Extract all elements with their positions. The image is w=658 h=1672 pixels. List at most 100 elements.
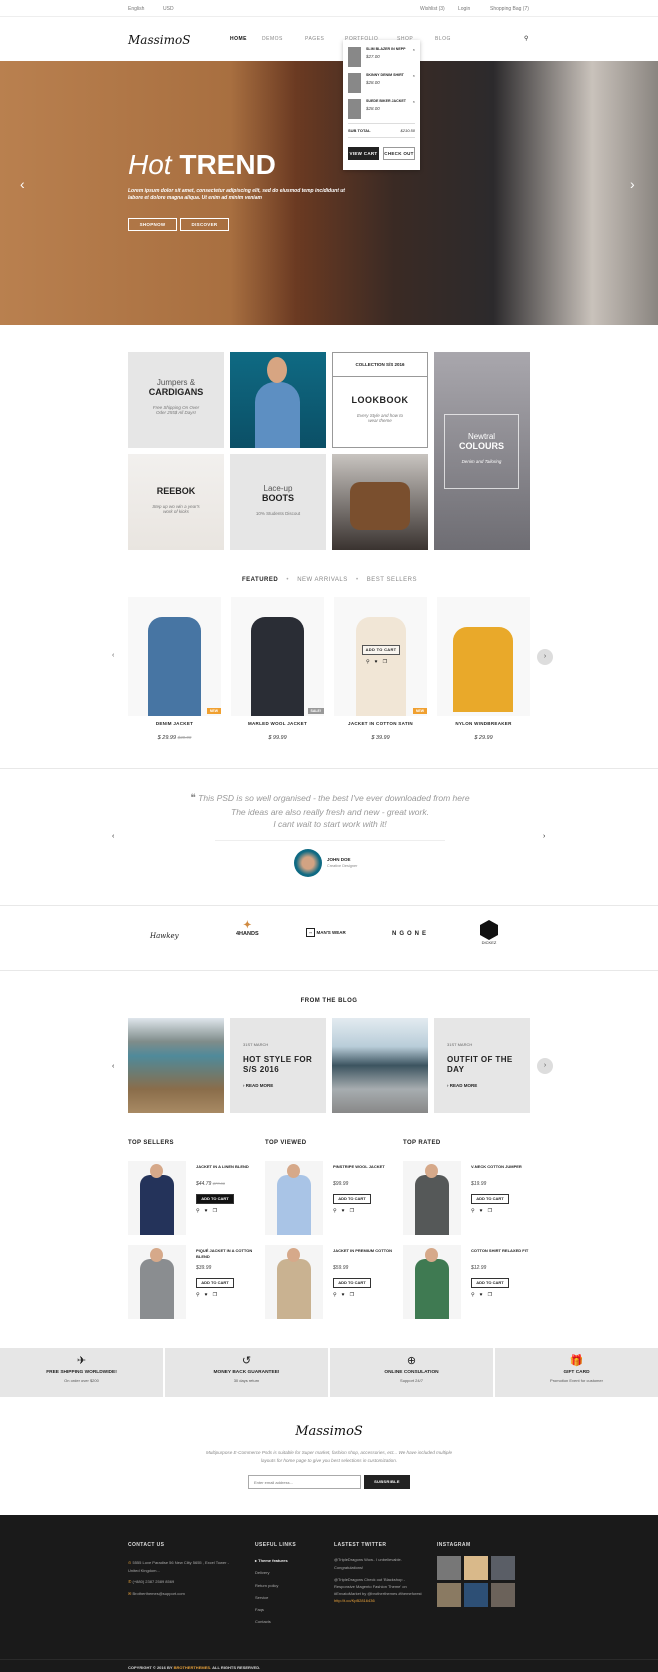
- brand-logo-hawkey[interactable]: Hawkey: [150, 932, 179, 940]
- quick-view-icon[interactable]: ⚲: [471, 1208, 480, 1214]
- link-contacts[interactable]: Contacts: [255, 1616, 288, 1628]
- logo[interactable]: MassimoS: [128, 33, 190, 47]
- compare-icon[interactable]: ❐: [488, 1292, 497, 1298]
- testimonial-prev-icon[interactable]: ‹: [112, 833, 114, 840]
- add-to-cart-button[interactable]: ADD TO CART: [362, 645, 400, 655]
- wishlist-icon[interactable]: ♥: [375, 659, 383, 665]
- login-link[interactable]: Login: [458, 6, 470, 12]
- remove-icon[interactable]: ×: [413, 47, 415, 52]
- compare-icon[interactable]: ❐: [350, 1208, 359, 1214]
- instagram-photo[interactable]: [437, 1556, 461, 1580]
- add-to-cart-button[interactable]: ADD TO CART: [196, 1278, 234, 1288]
- quick-view-icon[interactable]: ⚲: [366, 659, 375, 665]
- promo-reebok[interactable]: REEBOK Step up wo win a year's work of k…: [128, 454, 224, 550]
- product-name[interactable]: PINSTRIPE WOOL JACKET: [333, 1164, 393, 1170]
- list-item[interactable]: JACKET IN A LINEN BLEND $44.79 $77.00 AD…: [128, 1161, 258, 1236]
- brand-logo-4hands[interactable]: ✦ 4HANDS: [236, 920, 259, 937]
- quick-view-icon[interactable]: ⚲: [471, 1292, 480, 1298]
- currency-select[interactable]: USD: [163, 6, 174, 12]
- product-image[interactable]: [403, 1161, 461, 1235]
- product-card[interactable]: SALE!: [231, 597, 324, 716]
- link-service[interactable]: Service: [255, 1592, 288, 1604]
- subscribe-button[interactable]: SUBSRIBLE: [364, 1475, 410, 1489]
- wishlist-icon[interactable]: ♥: [342, 1208, 350, 1214]
- wishlist-icon[interactable]: ♥: [480, 1292, 488, 1298]
- quick-view-icon[interactable]: ⚲: [333, 1208, 342, 1214]
- product-name[interactable]: NYLON WINDBREAKER: [437, 721, 530, 726]
- compare-icon[interactable]: ❐: [213, 1292, 222, 1298]
- link-faqs[interactable]: Faqs: [255, 1604, 288, 1616]
- add-to-cart-button[interactable]: ADD TO CART: [333, 1278, 371, 1288]
- product-image[interactable]: [265, 1161, 323, 1235]
- wishlist-icon[interactable]: ♥: [480, 1208, 488, 1214]
- link-delivery[interactable]: Delivery: [255, 1567, 288, 1579]
- tab-new-arrivals[interactable]: NEW ARRIVALS: [297, 577, 348, 583]
- product-card[interactable]: NEW: [128, 597, 221, 716]
- link-theme-features[interactable]: ▸ Theme features: [255, 1555, 288, 1567]
- search-icon[interactable]: ⚲: [524, 35, 528, 42]
- list-item[interactable]: PIQUÉ JACKET IN A COTTON BLEND $39.99 AD…: [128, 1245, 258, 1320]
- product-image[interactable]: [128, 1245, 186, 1319]
- compare-icon[interactable]: ❐: [213, 1208, 222, 1214]
- blog-image[interactable]: [332, 1018, 428, 1113]
- product-card[interactable]: [437, 597, 530, 716]
- blog-prev-icon[interactable]: ‹: [112, 1063, 114, 1070]
- compare-icon[interactable]: ❐: [350, 1292, 359, 1298]
- tab-best-sellers[interactable]: BEST SELLERS: [367, 577, 417, 583]
- promo-neutral-colours[interactable]: Newtral COLOURS Denim and Tailoring: [434, 352, 530, 550]
- wishlist-link[interactable]: Wishlist (3): [420, 6, 445, 12]
- promo-lookbook[interactable]: COLLECTION S/S 2016 LOOKBOOK Every Style…: [332, 352, 428, 448]
- nav-pages[interactable]: PAGES: [305, 36, 324, 42]
- promo-boots[interactable]: Lace-up BOOTS 10% Students Discout: [230, 454, 326, 550]
- wishlist-icon[interactable]: ♥: [205, 1292, 213, 1298]
- testimonial-next-icon[interactable]: ›: [543, 833, 545, 840]
- product-name[interactable]: PIQUÉ JACKET IN A COTTON BLEND: [196, 1248, 256, 1260]
- quick-view-icon[interactable]: ⚲: [196, 1208, 205, 1214]
- blog-post[interactable]: 31ST MARCH HOT STYLE FOR S/S 2016 › READ M…: [230, 1018, 326, 1113]
- nav-blog[interactable]: BLOG: [435, 36, 451, 42]
- checkout-button[interactable]: CHECK OUT: [383, 147, 415, 160]
- product-image[interactable]: [403, 1245, 461, 1319]
- add-to-cart-button[interactable]: ADD TO CART: [471, 1194, 509, 1204]
- blog-image[interactable]: [128, 1018, 224, 1113]
- nav-home[interactable]: HOME: [230, 36, 247, 42]
- list-item[interactable]: PINSTRIPE WOOL JACKET $99.99 ADD TO CART…: [265, 1161, 395, 1236]
- product-image[interactable]: [128, 1161, 186, 1235]
- next-slide-icon[interactable]: ›: [630, 176, 635, 192]
- read-more-link[interactable]: › READ MORE: [243, 1083, 273, 1088]
- prev-slide-icon[interactable]: ‹: [20, 176, 25, 192]
- product-name[interactable]: JACKET IN PREMIUM COTTON: [333, 1248, 393, 1254]
- tweet-link[interactable]: http://t.co/KpB2816436: [334, 1598, 375, 1603]
- list-item[interactable]: V-NECK COTTON JUMPER $19.99 ADD TO CART …: [403, 1161, 533, 1236]
- product-name[interactable]: COTTON SHIRT RELAXED FIT: [471, 1248, 531, 1254]
- brand-link[interactable]: BROTHERTHEMES.: [174, 1665, 212, 1670]
- remove-icon[interactable]: ×: [413, 73, 415, 78]
- instagram-photo[interactable]: [491, 1556, 515, 1580]
- newsletter-email-input[interactable]: [248, 1475, 361, 1489]
- quick-view-icon[interactable]: ⚲: [196, 1292, 205, 1298]
- view-cart-button[interactable]: VIEW CART: [348, 147, 379, 160]
- list-item[interactable]: JACKET IN PREMIUM COTTON $59.99 ADD TO C…: [265, 1245, 395, 1320]
- brand-logo-manswear[interactable]: ▫▫ MAN'S WEAR: [306, 928, 346, 937]
- compare-icon[interactable]: ❐: [383, 659, 392, 665]
- add-to-cart-button[interactable]: ADD TO CART: [196, 1194, 234, 1204]
- list-item[interactable]: COTTON SHIRT RELAXED FIT $12.99 ADD TO C…: [403, 1245, 533, 1320]
- tab-featured[interactable]: FEATURED: [242, 577, 278, 583]
- promo-jumpers[interactable]: Jumpers & CARDIGANS Free Shipping On Ove…: [128, 352, 224, 448]
- link-return-policy[interactable]: Return policy: [255, 1580, 288, 1592]
- nav-demos[interactable]: DEMOS: [262, 36, 283, 42]
- products-prev-icon[interactable]: ‹: [112, 652, 114, 659]
- wishlist-icon[interactable]: ♥: [342, 1292, 350, 1298]
- quick-view-icon[interactable]: ⚲: [333, 1292, 342, 1298]
- promo-image-boots[interactable]: [332, 454, 428, 550]
- blog-next-button[interactable]: ›: [537, 1058, 553, 1074]
- blog-post[interactable]: 31ST MARCH OUTFIT OF THE DAY › READ MORE: [434, 1018, 530, 1113]
- shopping-bag-link[interactable]: Shopping Bag (7): [490, 6, 529, 12]
- discover-button[interactable]: DISCOVER: [180, 218, 229, 231]
- product-image[interactable]: [265, 1245, 323, 1319]
- brand-logo-ngone[interactable]: NGONE: [392, 931, 429, 937]
- product-name[interactable]: DENIM JACKET: [128, 721, 221, 726]
- compare-icon[interactable]: ❐: [488, 1208, 497, 1214]
- product-name[interactable]: V-NECK COTTON JUMPER: [471, 1164, 531, 1170]
- products-next-button[interactable]: ›: [537, 649, 553, 665]
